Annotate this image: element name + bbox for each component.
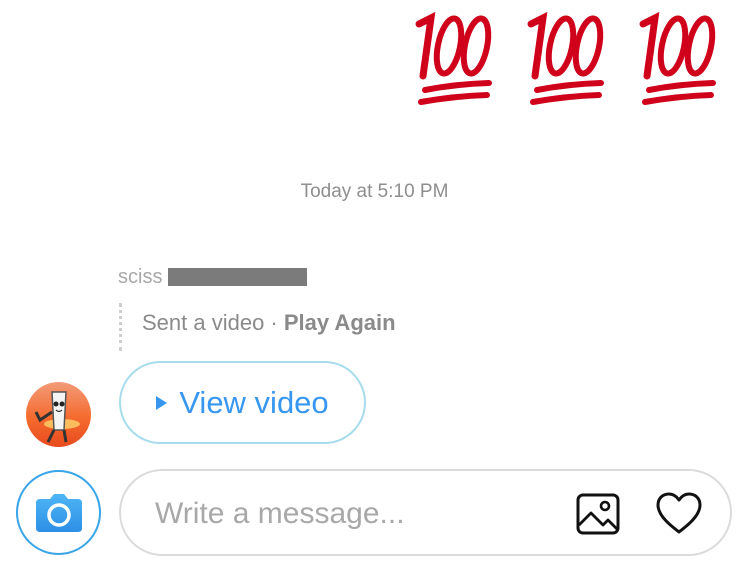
hundred-points-icon: [527, 11, 604, 105]
message-composer: [119, 469, 732, 556]
gallery-icon: [576, 493, 620, 535]
hundred-points-icon: [415, 11, 492, 105]
play-icon: [156, 395, 168, 410]
play-again-link[interactable]: Play Again: [284, 310, 396, 335]
status-separator: ·: [264, 310, 284, 335]
video-status-line: Sent a video · Play Again: [142, 310, 396, 336]
sent-video-text: Sent a video: [142, 310, 265, 335]
gallery-button[interactable]: [576, 493, 620, 535]
avatar[interactable]: [26, 382, 91, 447]
camera-icon: [35, 493, 82, 532]
sender-name: sciss: [118, 266, 163, 288]
hundred-points-icon: [639, 11, 716, 105]
thread-dotted-line: [119, 303, 122, 351]
emoji-message-row: [411, 10, 719, 110]
camera-button[interactable]: [16, 470, 101, 555]
redacted-name-block: [168, 268, 307, 286]
view-video-label: View video: [179, 384, 329, 420]
view-video-button[interactable]: View video: [119, 361, 366, 444]
heart-icon: [656, 492, 702, 534]
like-button[interactable]: [655, 491, 703, 535]
avatar-image: [26, 382, 91, 447]
message-input[interactable]: [153, 493, 557, 535]
message-timestamp: Today at 5:10 PM: [300, 181, 449, 202]
